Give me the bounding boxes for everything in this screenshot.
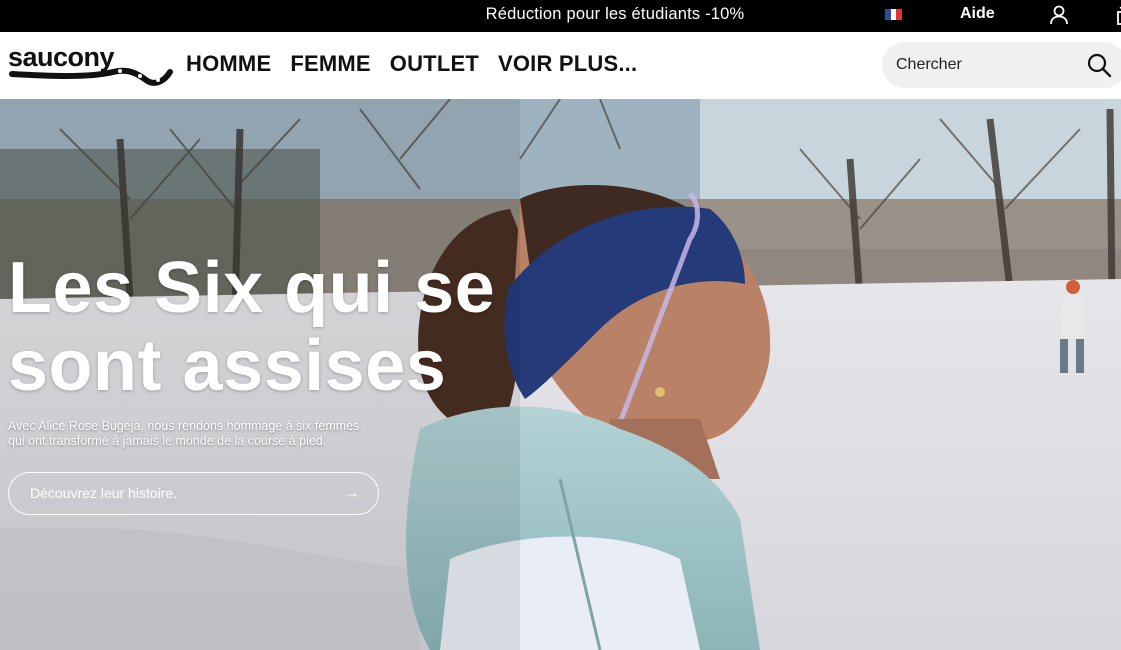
hero-subtitle-line-1: Avec Alice Rose Bugeja, nous rendons hom… (8, 419, 360, 433)
nav-item-voir-plus[interactable]: VOIR PLUS... (498, 51, 637, 77)
hero-subtitle: Avec Alice Rose Bugeja, nous rendons hom… (8, 419, 388, 449)
help-link[interactable]: Aide (960, 5, 995, 23)
account-icon[interactable] (1048, 4, 1070, 26)
promo-text[interactable]: Réduction pour les étudiants -10% (0, 5, 1121, 24)
hero-subtitle-line-2: qui ont transformé à jamais le monde de … (8, 434, 327, 448)
hero-title-line-2: sont assises (8, 326, 447, 406)
nav-item-homme[interactable]: HOMME (186, 51, 271, 77)
arrow-right-icon: → (343, 483, 360, 502)
primary-nav: HOMME FEMME OUTLET VOIR PLUS... (186, 51, 637, 77)
logo-swoosh-icon (9, 67, 173, 86)
discover-story-label: Découvrez leur histoire. (30, 485, 178, 501)
cart-icon[interactable] (1112, 4, 1121, 26)
hero-banner: Les Six qui se sont assises Avec Alice R… (0, 99, 1121, 650)
search-input[interactable] (896, 52, 1076, 78)
discover-story-button[interactable]: Découvrez leur histoire. → (8, 472, 379, 515)
main-navbar: saucony HOMME FEMME OUTLET VOIR PLUS... (0, 32, 1121, 99)
nav-item-femme[interactable]: FEMME (290, 51, 370, 77)
nav-item-outlet[interactable]: OUTLET (390, 51, 479, 77)
promo-bar: Réduction pour les étudiants -10% Aide (0, 0, 1121, 32)
saucony-logo[interactable]: saucony (8, 42, 174, 88)
search-icon[interactable] (1086, 52, 1112, 78)
language-flag-icon[interactable] (885, 9, 903, 20)
hero-title-line-1: Les Six qui se (8, 248, 496, 328)
hero-title: Les Six qui se sont assises (8, 249, 568, 405)
search-box (882, 42, 1121, 88)
